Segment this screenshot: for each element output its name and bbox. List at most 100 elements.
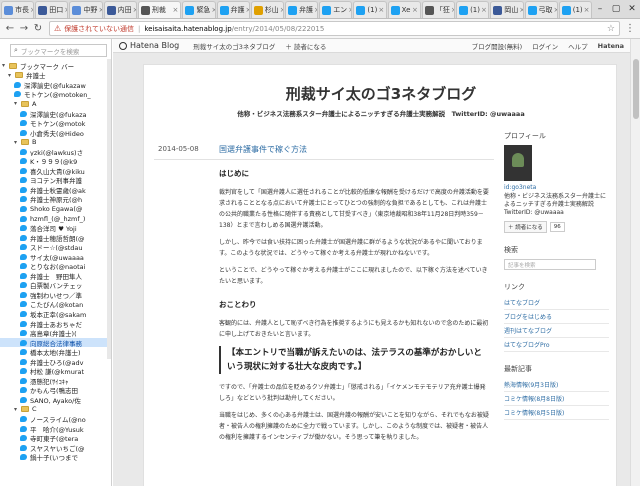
bookmark-item[interactable]: 深澤諭史(@fukazaw bbox=[0, 80, 111, 90]
tab-close-icon[interactable]: × bbox=[450, 6, 454, 14]
bookmark-item[interactable]: 弁護士秋霊歳(@ak bbox=[0, 185, 111, 195]
bookmark-item[interactable]: ノースライム(@no bbox=[0, 414, 111, 424]
profile-user-id[interactable]: id:go3neta bbox=[504, 184, 609, 191]
back-icon[interactable]: ← bbox=[3, 23, 17, 34]
tab-close-icon[interactable]: × bbox=[29, 6, 33, 14]
bookmark-item[interactable]: 喜久山大貴(@kiku bbox=[0, 166, 111, 176]
hatena-blog-logo[interactable]: Hatena Blog bbox=[119, 41, 179, 50]
bookmark-item[interactable]: 高島章(弁護士)( bbox=[0, 328, 111, 338]
bookmark-folder[interactable]: ▾ B bbox=[0, 137, 111, 147]
bookmark-folder[interactable]: ▾ C bbox=[0, 405, 111, 415]
bookmark-item[interactable]: 鍋十子(いつまで bbox=[0, 452, 111, 462]
bookmark-item[interactable]: スヤスヤいちご(@ bbox=[0, 443, 111, 452]
tab-close-icon[interactable]: × bbox=[377, 6, 384, 14]
browser-tab[interactable]: 「狂× bbox=[421, 1, 456, 18]
bookmark-folder[interactable]: ▾ ブックマーク バー bbox=[0, 61, 111, 70]
bookmark-item[interactable]: モトケン(@motoken_ bbox=[0, 90, 111, 99]
bookmark-item[interactable]: 弁護士神原元(@h bbox=[0, 195, 111, 204]
bookmark-item[interactable]: こたびん(@kotan bbox=[0, 300, 111, 309]
link-item[interactable]: 週刊はてなブログ bbox=[504, 324, 609, 338]
bookmark-item[interactable]: とりなお(@naotai bbox=[0, 261, 111, 271]
browser-tab[interactable]: 内田× bbox=[103, 1, 137, 18]
chevron-down-icon[interactable]: ▾ bbox=[2, 62, 9, 69]
minimize-icon[interactable]: – bbox=[592, 4, 608, 14]
bookmark-item[interactable]: Shoko Egawa(@ bbox=[0, 204, 111, 214]
chevron-down-icon[interactable]: ▾ bbox=[14, 406, 21, 413]
bookmark-item[interactable]: 坂本正幸(@sakam bbox=[0, 309, 111, 319]
bookmark-item[interactable]: 弁護士 野田隼人 bbox=[0, 271, 111, 281]
bookmark-item[interactable]: hzmfl_(@_hzmf_) bbox=[0, 214, 111, 224]
browser-tab[interactable]: 緊急× bbox=[182, 1, 216, 18]
bookmark-folder[interactable]: ▾ 弁護士 bbox=[0, 71, 111, 80]
tab-close-icon[interactable]: × bbox=[411, 6, 418, 14]
tab-close-icon[interactable]: × bbox=[171, 6, 178, 14]
scrollbar-thumb[interactable] bbox=[633, 59, 639, 119]
bookmark-item[interactable]: かもん弓(鴨志田 bbox=[0, 386, 111, 395]
bookmark-item[interactable]: SANO, Ayako/佐 bbox=[0, 395, 111, 405]
browser-tab[interactable]: (1) × bbox=[353, 1, 387, 18]
close-icon[interactable]: ✕ bbox=[624, 4, 640, 14]
browser-tab[interactable]: 弁護× bbox=[284, 1, 319, 18]
browser-tab[interactable]: 岡山× bbox=[490, 1, 524, 18]
bookmark-item[interactable]: 寺町東子(@tera bbox=[0, 433, 111, 443]
tab-close-icon[interactable]: × bbox=[132, 6, 136, 14]
bookmark-item[interactable]: 落合洋司 ♥ Yoji bbox=[0, 223, 111, 233]
bookmark-item[interactable]: 橋本太地(弁護士) bbox=[0, 347, 111, 357]
tab-close-icon[interactable]: × bbox=[553, 6, 557, 14]
browser-tab[interactable]: エン× bbox=[319, 1, 353, 18]
bookmark-item[interactable]: 弁護士穂語哲朗(@ bbox=[0, 233, 111, 242]
reload-icon[interactable]: ↻ bbox=[31, 23, 45, 34]
chevron-down-icon[interactable]: ▾ bbox=[14, 139, 21, 146]
tab-close-icon[interactable]: × bbox=[245, 6, 249, 14]
recent-item[interactable]: コミケ情報(8月5日版) bbox=[504, 406, 609, 420]
hatena-bar-blog-name[interactable]: 刑裁サイ太のゴ3ネタブログ bbox=[193, 41, 275, 51]
browser-tab[interactable]: 刑裁 × bbox=[137, 1, 182, 18]
tab-close-icon[interactable]: × bbox=[518, 6, 522, 14]
help-link[interactable]: ヘルプ bbox=[568, 41, 588, 51]
tab-close-icon[interactable]: × bbox=[480, 6, 487, 14]
browser-tab[interactable]: (1) × bbox=[558, 1, 592, 18]
bookmark-item[interactable]: 弁護士ひろ(@adv bbox=[0, 357, 111, 367]
browser-tab[interactable]: 弁護× bbox=[216, 1, 250, 18]
bookmark-item[interactable]: ヨコテン刑事弁護 bbox=[0, 176, 111, 185]
tab-close-icon[interactable]: × bbox=[279, 6, 283, 14]
login-link[interactable]: ログイン bbox=[532, 41, 558, 51]
bookmark-folder[interactable]: ▾ A bbox=[0, 99, 111, 109]
bookmark-item[interactable]: モトケン(@motok bbox=[0, 118, 111, 128]
hatena-link[interactable]: Hatena bbox=[598, 42, 624, 50]
link-item[interactable]: ブログをはじめる bbox=[504, 310, 609, 324]
tab-close-icon[interactable]: × bbox=[347, 6, 351, 14]
bookmark-search-input[interactable]: ⌕ ブックマークを検索 bbox=[10, 44, 107, 57]
sidebar-scrollbar[interactable] bbox=[107, 59, 111, 359]
tab-close-icon[interactable]: × bbox=[583, 6, 590, 14]
maximize-icon[interactable]: ▢ bbox=[608, 4, 624, 14]
blog-title[interactable]: 刑裁サイ太のゴ3ネタブログ bbox=[144, 83, 618, 104]
browser-tab[interactable]: (1) × bbox=[456, 1, 490, 18]
bookmark-item[interactable]: 平 哈介(@Yusuk bbox=[0, 424, 111, 433]
post-title[interactable]: 国選弁護事件で稼ぐ方法 bbox=[219, 144, 307, 155]
browser-tab[interactable]: 市長× bbox=[1, 1, 35, 18]
link-item[interactable]: はてなブログPro bbox=[504, 338, 609, 352]
open-blog-link[interactable]: ブログ開設(無料) bbox=[472, 41, 523, 51]
address-input[interactable]: ⚠ 保護されていない通信 | keisaisaita.hatenablog.jp… bbox=[49, 21, 620, 36]
browser-tab[interactable]: 杉山× bbox=[250, 1, 284, 18]
post-date[interactable]: 2014-05-08 bbox=[158, 145, 199, 153]
bookmark-item[interactable]: 深澤諭史(@fukaza bbox=[0, 109, 111, 118]
tab-close-icon[interactable]: × bbox=[210, 6, 214, 14]
chevron-down-icon[interactable]: ▾ bbox=[14, 100, 21, 107]
readers-link[interactable]: ＋ 読者になる bbox=[285, 41, 326, 51]
recent-item[interactable]: 熱海情報(9月3日版) bbox=[504, 378, 609, 392]
menu-icon[interactable]: ⋮ bbox=[623, 23, 637, 34]
bookmark-item[interactable]: yzki(@lawkus)さ bbox=[0, 147, 111, 156]
browser-tab[interactable]: Xe × bbox=[387, 1, 421, 18]
link-item[interactable]: はてなブログ bbox=[504, 296, 609, 310]
bookmark-item[interactable]: 小倉秀夫(@Hideo bbox=[0, 128, 111, 137]
browser-tab[interactable]: 田口× bbox=[35, 1, 69, 18]
bookmark-item[interactable]: 白票製バンチェッ bbox=[0, 281, 111, 290]
tab-close-icon[interactable]: × bbox=[313, 6, 317, 14]
forward-icon[interactable]: → bbox=[17, 23, 31, 34]
bookmark-item[interactable]: K・９９９(@k9 bbox=[0, 156, 111, 166]
avatar[interactable] bbox=[504, 145, 532, 181]
bookmark-item[interactable]: 向原総合法律事務 bbox=[0, 337, 111, 348]
bookmark-item[interactable]: 弁護士あおちゃだ bbox=[0, 319, 111, 328]
